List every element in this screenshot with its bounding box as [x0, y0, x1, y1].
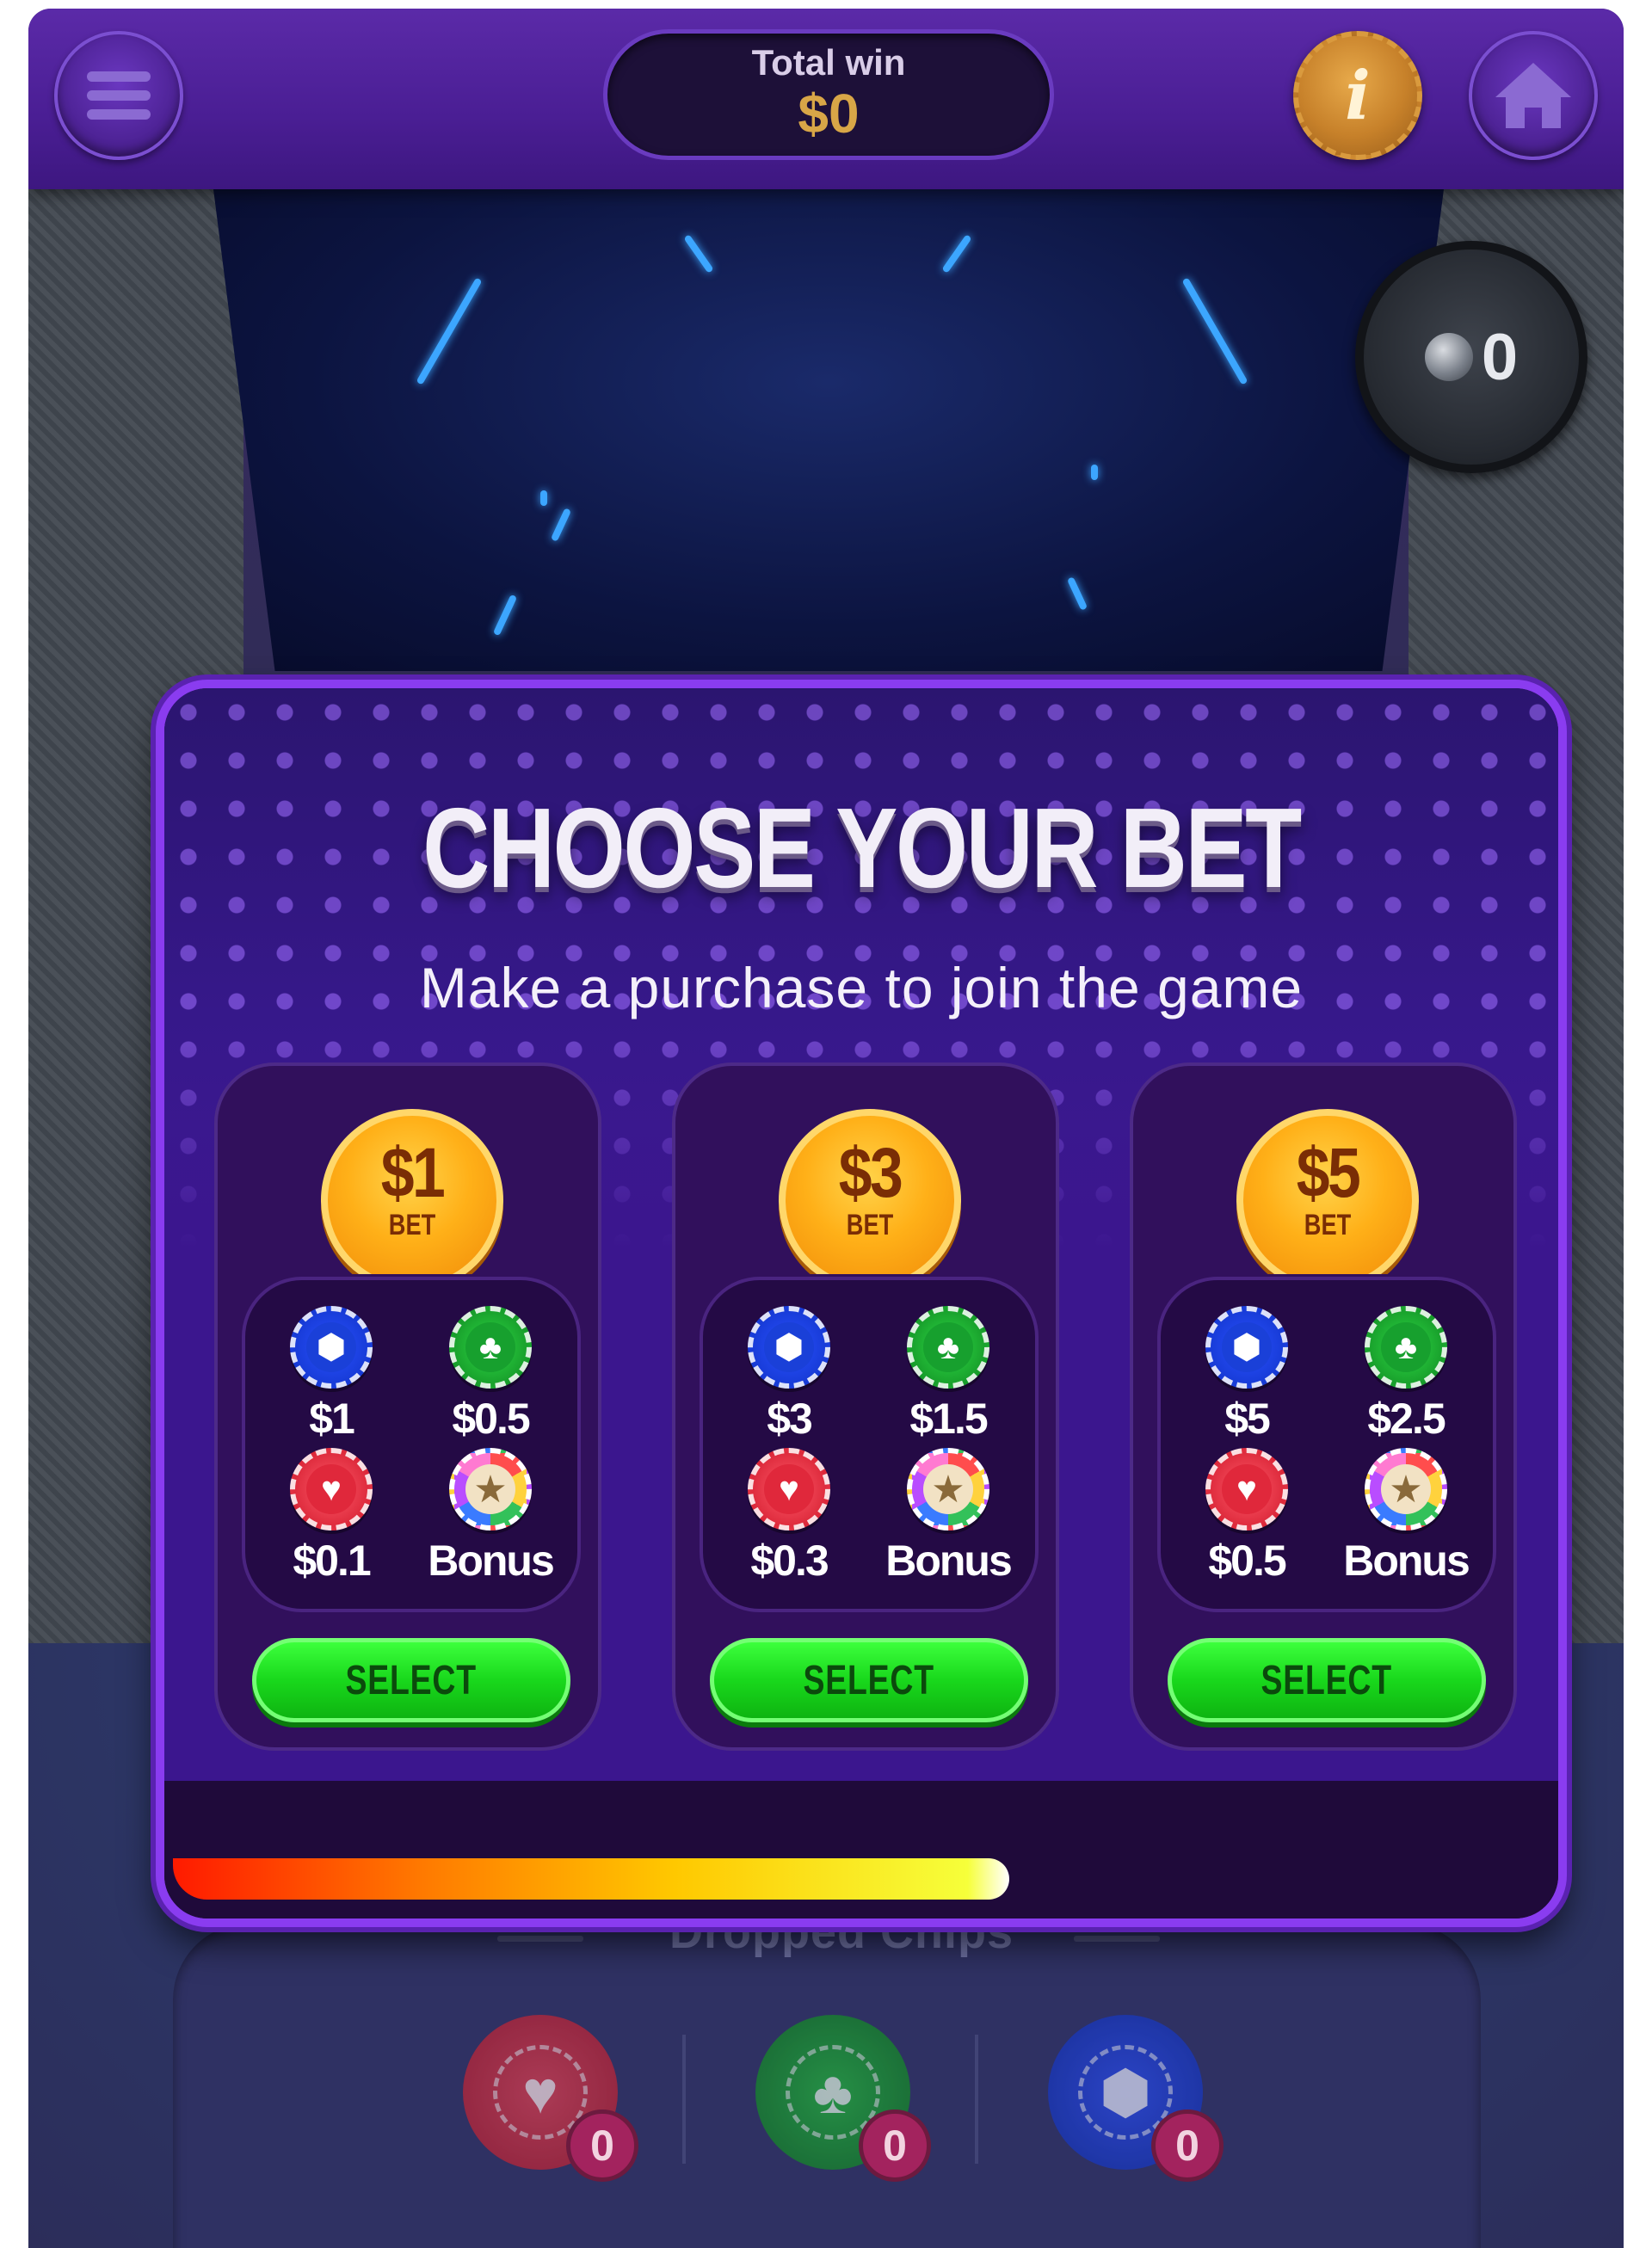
modal-footer: [164, 1781, 1558, 1918]
total-win-label: Total win: [751, 42, 906, 83]
chip-reward: ★ Bonus: [413, 1448, 568, 1586]
board-peg: [1181, 277, 1248, 385]
choose-bet-modal: CHOOSE YOUR BET Make a purchase to join …: [156, 680, 1567, 1927]
chip-reward: ♣ $1.5: [871, 1306, 1026, 1444]
chip-separator: [682, 2035, 686, 2164]
chip-reward: ★ Bonus: [1328, 1448, 1483, 1586]
chip-reward: ♣ $0.5: [413, 1306, 568, 1444]
chip-value: $0.3: [750, 1537, 829, 1585]
chip-value: $1.5: [909, 1395, 988, 1443]
top-bar: Total win $0 i: [28, 9, 1624, 189]
chip-value: $0.5: [452, 1395, 530, 1443]
chip-rewards-panel: ⬢ $3 ♣ $1.5 ♥ $0.3 ★ Bonus: [700, 1277, 1039, 1612]
bet-amount: $3: [838, 1134, 903, 1212]
modal-subtitle: Make a purchase to join the game: [419, 956, 1304, 1019]
chip-rewards-panel: ⬢ $5 ♣ $2.5 ♥ $0.5 ★ Bonus: [1157, 1277, 1496, 1612]
chip-reward: ♥ $0.5: [1169, 1448, 1324, 1586]
green-chip-icon: ♣: [449, 1306, 532, 1389]
total-win-value: $0: [798, 83, 860, 145]
red-chip-icon: ♥: [1205, 1448, 1288, 1530]
total-win-display: Total win $0: [603, 29, 1054, 160]
bet-card-1: $1 BET ⬢ $1 ♣ $0.5 ♥ $0.1 ★ Bonus SELECT: [214, 1062, 601, 1751]
chip-reward: ⬢ $3: [712, 1306, 866, 1444]
menu-button[interactable]: [54, 31, 183, 160]
bet-coin: $3 BET: [779, 1109, 961, 1274]
plinko-board: [213, 189, 1444, 671]
bet-amount: $1: [380, 1134, 446, 1212]
green-chip-icon: ♣: [907, 1306, 989, 1389]
chip-rewards-panel: ⬢ $1 ♣ $0.5 ♥ $0.1 ★ Bonus: [242, 1277, 581, 1612]
blue-chip-icon: ⬢: [290, 1306, 373, 1389]
home-button[interactable]: [1469, 31, 1598, 160]
ball-icon: [1424, 333, 1473, 381]
board-peg: [540, 490, 547, 506]
chip-value: $0.5: [1208, 1537, 1286, 1585]
chip-value: Bonus: [428, 1537, 555, 1585]
bonus-chip-icon: ★: [1365, 1448, 1447, 1530]
info-button[interactable]: i: [1293, 31, 1422, 160]
board-peg: [416, 277, 483, 385]
chip-reward: ★ Bonus: [871, 1448, 1026, 1586]
bet-card-2: $3 BET ⬢ $3 ♣ $1.5 ♥ $0.3 ★ Bonus SELECT: [672, 1062, 1059, 1751]
chip-value: $5: [1224, 1395, 1271, 1443]
ball-count: 0: [1481, 320, 1519, 394]
blue-chip-icon: ⬢: [748, 1306, 830, 1389]
chip-value: $0.1: [293, 1537, 371, 1585]
chip-value: Bonus: [885, 1537, 1013, 1585]
bonus-chip-icon: ★: [907, 1448, 989, 1530]
bet-amount: $5: [1296, 1134, 1361, 1212]
bet-card-3: $5 BET ⬢ $5 ♣ $2.5 ♥ $0.5 ★ Bonus SELECT: [1130, 1062, 1517, 1751]
dropped-chip-blue-count: 0: [1151, 2109, 1224, 2182]
select-button-2[interactable]: SELECT: [710, 1638, 1028, 1722]
chip-value: $2.5: [1367, 1395, 1446, 1443]
bet-coin-label: BET: [388, 1209, 436, 1241]
chip-reward: ♥ $0.3: [712, 1448, 866, 1586]
hamburger-icon: [87, 63, 151, 128]
board-peg: [941, 234, 972, 274]
ball-counter: 0: [1355, 241, 1587, 473]
chip-separator: [975, 2035, 978, 2164]
board-peg: [1091, 465, 1098, 480]
timer-bar: [173, 1858, 1009, 1900]
chip-reward: ♥ $0.1: [254, 1448, 409, 1586]
select-button-label: SELECT: [345, 1657, 478, 1703]
board-peg: [1066, 576, 1088, 611]
bet-coin-label: BET: [846, 1209, 894, 1241]
select-button-1[interactable]: SELECT: [252, 1638, 570, 1722]
chip-value: Bonus: [1343, 1537, 1470, 1585]
dropped-chip-red-count: 0: [566, 2109, 638, 2182]
chip-reward: ⬢ $1: [254, 1306, 409, 1444]
select-button-3[interactable]: SELECT: [1168, 1638, 1486, 1722]
board-peg: [683, 234, 714, 274]
bet-coin: $1 BET: [321, 1109, 503, 1274]
game-frame: Total win $0 i 0 Dropped Chips ♥ 0 ♣ 0 ⬢…: [28, 9, 1624, 2248]
bet-coin-label: BET: [1304, 1209, 1352, 1241]
select-button-label: SELECT: [1261, 1657, 1393, 1703]
bet-coin: $5 BET: [1236, 1109, 1419, 1274]
green-chip-icon: ♣: [1365, 1306, 1447, 1389]
bonus-chip-icon: ★: [449, 1448, 532, 1530]
blue-chip-icon: ⬢: [1205, 1306, 1288, 1389]
chip-value: $1: [309, 1395, 355, 1443]
chip-reward: ⬢ $5: [1169, 1306, 1324, 1444]
chip-value: $3: [767, 1395, 813, 1443]
home-icon: [1495, 63, 1571, 128]
board-peg: [550, 508, 572, 542]
select-button-label: SELECT: [803, 1657, 935, 1703]
info-icon: i: [1345, 56, 1371, 135]
red-chip-icon: ♥: [290, 1448, 373, 1530]
modal-title: CHOOSE YOUR BET: [422, 785, 1302, 911]
chip-reward: ♣ $2.5: [1328, 1306, 1483, 1444]
board-peg: [492, 594, 518, 637]
red-chip-icon: ♥: [748, 1448, 830, 1530]
dropped-chip-green-count: 0: [859, 2109, 931, 2182]
